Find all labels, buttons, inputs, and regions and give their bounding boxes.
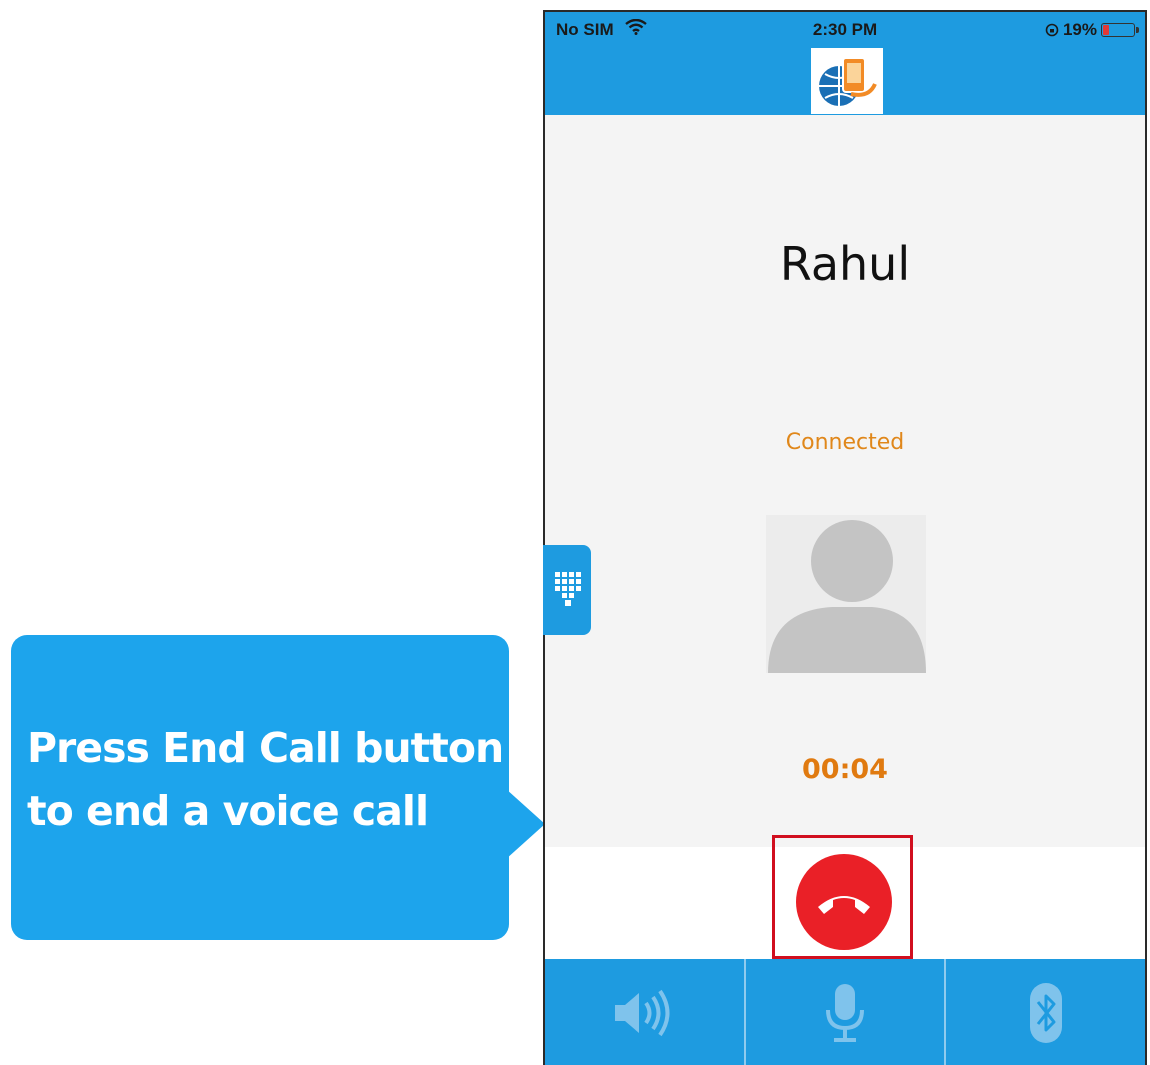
callout-pointer — [505, 788, 545, 860]
call-status: Connected — [785, 430, 905, 455]
call-controls-bar — [545, 959, 1145, 1065]
battery-status: 19% — [1045, 20, 1139, 40]
app-logo-icon — [811, 48, 883, 114]
person-silhouette-icon — [768, 520, 926, 673]
avatar — [766, 515, 926, 673]
orientation-lock-icon — [1045, 23, 1059, 37]
dialpad-icon — [555, 572, 581, 606]
callout-line-1: Press End Call button — [27, 724, 504, 772]
battery-icon — [1101, 23, 1139, 37]
speaker-icon — [615, 989, 670, 1037]
app-header: No SIM 2:30 PM 19% — [545, 12, 1145, 115]
bluetooth-icon — [1029, 983, 1062, 1043]
callout-line-2: to end a voice call — [27, 787, 429, 835]
battery-level — [1103, 25, 1110, 35]
battery-percent: 19% — [1062, 20, 1097, 39]
call-timer: 00:04 — [802, 754, 888, 785]
bluetooth-button[interactable] — [944, 959, 1145, 1065]
status-bar: No SIM 2:30 PM 19% — [545, 12, 1145, 46]
mute-button[interactable] — [743, 959, 945, 1065]
callout-text: Press End Call button to end a voice cal… — [27, 717, 507, 843]
contact-name: Rahul — [779, 237, 911, 291]
dialpad-toggle-button[interactable] — [543, 545, 591, 635]
speaker-button[interactable] — [545, 959, 744, 1065]
end-call-icon — [818, 896, 870, 914]
instruction-callout: Press End Call button to end a voice cal… — [11, 635, 509, 940]
phone-screen: No SIM 2:30 PM 19% Rahul Connected 00:04 — [543, 10, 1147, 1065]
end-call-button[interactable] — [796, 854, 892, 950]
microphone-icon — [826, 984, 864, 1042]
